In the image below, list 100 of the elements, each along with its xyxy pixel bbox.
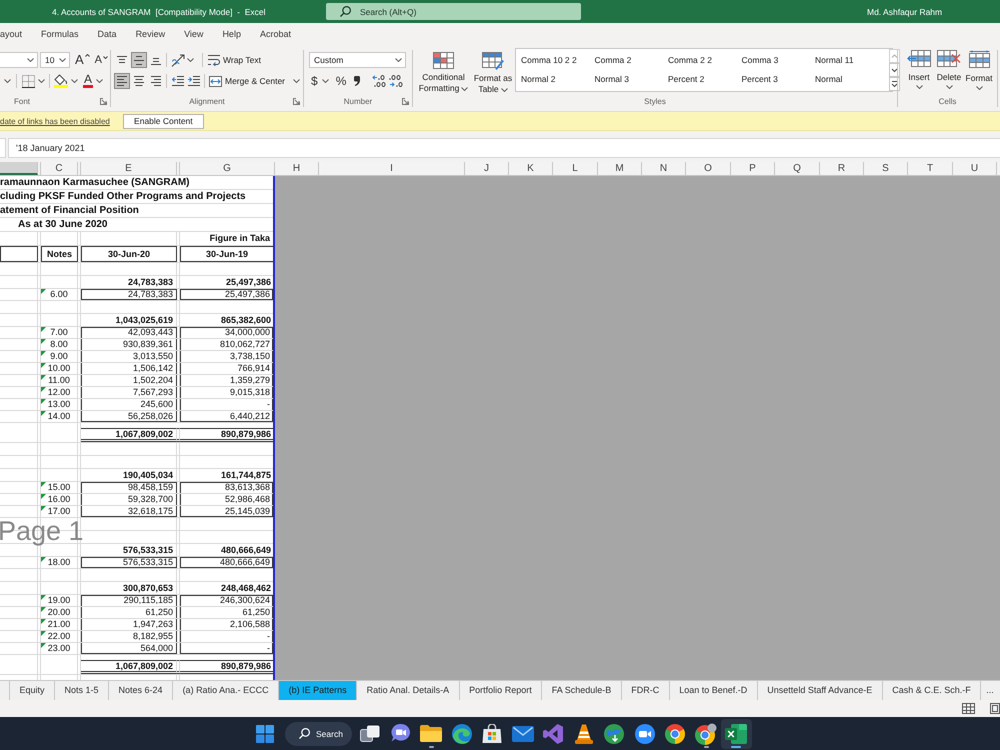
dialog-launcher-icon[interactable] (293, 98, 300, 105)
cell-style-item[interactable]: Percent 3 (742, 70, 815, 89)
cell-style-item[interactable]: Comma 3 (742, 51, 815, 70)
caret-icon[interactable] (96, 79, 104, 83)
cell-style-item[interactable]: Normal 3 (594, 70, 668, 89)
format-as-table-button[interactable]: Format as Table (471, 48, 515, 95)
comma-style-icon[interactable] (354, 76, 360, 86)
ribbon-tab[interactable]: Formulas (41, 23, 79, 45)
decrease-indent-icon[interactable] (172, 76, 184, 86)
diagonal-arrow-icon[interactable] (171, 54, 185, 66)
note-number: 11.00 (48, 375, 70, 385)
total-cell: 890,879,986 (180, 428, 273, 442)
align-left-button[interactable] (114, 73, 130, 89)
number-format-dropdown[interactable]: Custom (309, 52, 406, 68)
decrease-decimal-icon[interactable] (389, 75, 404, 87)
taskbar-button[interactable] (721, 718, 752, 748)
column-header[interactable]: L (553, 162, 598, 175)
ribbon-tab[interactable]: View (184, 23, 204, 45)
column-header[interactable]: U (953, 162, 997, 175)
amount-cell: 3,013,550 (81, 351, 177, 362)
taskbar-search[interactable]: Search (285, 722, 352, 746)
shrink-font-button[interactable]: A (94, 52, 108, 68)
user-name[interactable]: Md. Ashfaqur Rahm (867, 6, 942, 16)
total-cell: 890,879,986 (180, 660, 273, 674)
column-header[interactable]: O (686, 162, 731, 175)
format-cells-button[interactable]: Format (964, 48, 994, 95)
amount-cell: - (180, 399, 273, 410)
caret-icon[interactable] (187, 58, 194, 62)
subtotal-cell: 576,533,315 (81, 544, 177, 556)
scroll-down-icon[interactable] (888, 63, 900, 77)
merge-center-button[interactable]: Merge & Center (209, 76, 300, 86)
column-header[interactable]: E (81, 162, 177, 175)
font-color-button[interactable]: A (83, 74, 94, 88)
borders-icon[interactable] (22, 74, 35, 88)
column-header[interactable]: S (864, 162, 908, 175)
enable-content-button[interactable]: Enable Content (122, 114, 204, 128)
ribbon-tab[interactable]: Acrobat (260, 23, 291, 45)
note-number: 17.00 (48, 506, 70, 516)
column-header[interactable]: J (465, 162, 509, 175)
grow-font-button[interactable]: A (75, 52, 90, 68)
align-center-button[interactable] (131, 73, 147, 89)
grid-view-icon[interactable] (962, 703, 975, 714)
column-header[interactable]: M (598, 162, 642, 175)
dialog-launcher-icon[interactable] (100, 98, 107, 105)
caret-icon[interactable] (38, 79, 45, 83)
increase-indent-icon[interactable] (188, 76, 200, 86)
align-middle-icon (134, 56, 144, 64)
header-cell (0, 246, 38, 262)
currency-button[interactable]: $ (311, 73, 318, 89)
ribbon-tab[interactable]: Data (98, 23, 117, 45)
warning-link[interactable]: date of links has been disabled (0, 116, 110, 126)
fill-color-icon[interactable] (54, 74, 68, 88)
percent-button[interactable]: % (336, 73, 346, 89)
increase-decimal-icon[interactable] (372, 75, 386, 87)
column-header[interactable]: N (642, 162, 686, 175)
column-header[interactable]: G (180, 162, 275, 175)
dialog-launcher-icon[interactable] (402, 98, 409, 105)
page-view-icon[interactable] (990, 703, 1000, 714)
infinity-ribbon-icon (543, 724, 564, 744)
cell-style-item[interactable]: Percent 2 (668, 70, 742, 89)
column-header[interactable]: Q (775, 162, 820, 175)
cell-style-item[interactable]: Normal 2 (521, 70, 594, 89)
cell-style-item[interactable]: Comma 2 (594, 51, 668, 70)
delete-cells-button[interactable]: Delete (934, 48, 964, 95)
caret-icon[interactable] (4, 79, 11, 83)
font-size-dropdown[interactable]: 10 (40, 52, 70, 68)
more-styles-icon[interactable] (888, 77, 900, 91)
ribbon-tab[interactable]: ayout (0, 23, 22, 45)
note-number: 21.00 (48, 619, 70, 629)
insert-cells-button[interactable]: Insert (904, 48, 934, 95)
column-heading: 30-Jun-19 (180, 246, 273, 262)
column-header[interactable]: R (820, 162, 864, 175)
cell-style-item[interactable]: Comma 2 2 (668, 51, 742, 70)
ribbon-tab[interactable]: Review (136, 23, 166, 45)
cell-style-item[interactable]: Normal 11 (815, 51, 888, 70)
align-right-button[interactable] (148, 73, 164, 89)
caret-icon[interactable] (71, 79, 78, 83)
formula-field[interactable]: '18 January 2021 (8, 138, 1000, 158)
column-header[interactable]: T (908, 162, 953, 175)
column-header[interactable]: H (275, 162, 319, 175)
caret-icon (916, 85, 922, 89)
ribbon-tab[interactable]: Help (222, 23, 241, 45)
search-field[interactable]: Search (Alt+Q) (326, 3, 581, 20)
name-box-field[interactable] (0, 138, 6, 158)
column-header[interactable]: P (731, 162, 775, 175)
column-header[interactable] (0, 162, 38, 175)
sheet-tab[interactable]: (b) IE Patterns (278, 681, 356, 700)
align-middle-button[interactable] (131, 52, 147, 68)
caret-icon[interactable] (322, 79, 329, 83)
cell-style-item[interactable]: Comma 10 2 2 (521, 51, 594, 70)
caret-icon (27, 58, 34, 62)
wrap-text-button[interactable]: Wrap Text (208, 54, 261, 66)
column-header[interactable]: C (41, 162, 78, 175)
overlapping-squares-icon (360, 724, 380, 742)
four-squares-icon[interactable] (256, 724, 274, 742)
cell-style-item[interactable]: Normal (815, 70, 888, 89)
amount-cell: 98,458,159 (81, 482, 177, 493)
conditional-formatting-button[interactable]: Conditional Formatting (416, 48, 471, 94)
column-header[interactable]: K (509, 162, 553, 175)
column-header[interactable]: I (319, 162, 465, 175)
